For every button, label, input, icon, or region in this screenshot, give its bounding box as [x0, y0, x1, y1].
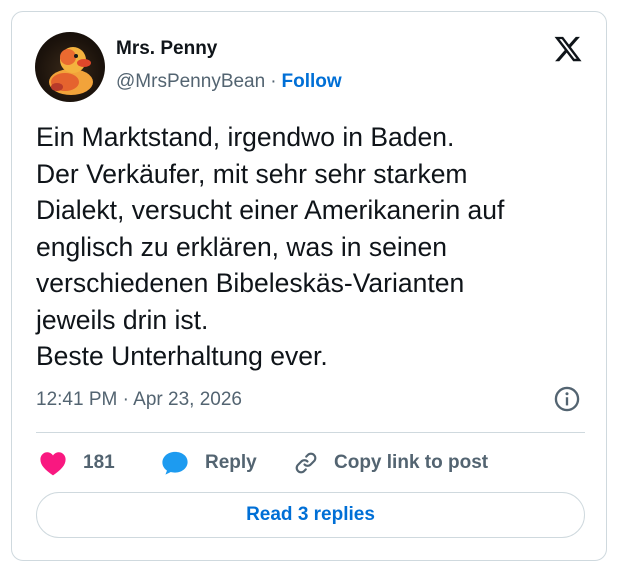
- info-icon[interactable]: [553, 385, 581, 413]
- reply-label: Reply: [205, 452, 257, 473]
- author-handle-row: @MrsPennyBean · Follow: [116, 71, 342, 93]
- speech-bubble-icon: [162, 451, 188, 475]
- heart-icon: [40, 452, 66, 476]
- post-time: 12:41 PM: [36, 389, 118, 410]
- post-text-line: Der Verkäufer, mit sehr sehr starkem: [36, 158, 468, 189]
- link-icon: [295, 452, 317, 474]
- divider: [36, 432, 585, 433]
- timestamp-separator: ·: [122, 389, 129, 410]
- post-text-line: verschiedenen Bibeleskäs-Varianten: [36, 268, 465, 298]
- author-name[interactable]: Mrs. Penny: [116, 38, 217, 60]
- post-timestamp[interactable]: 12:41 PM · Apr 23, 2026: [36, 389, 242, 411]
- like-button[interactable]: 181: [39, 448, 115, 478]
- post-text-line: Ein Marktstand, irgendwo in Baden.: [36, 122, 455, 152]
- like-count: 181: [83, 452, 115, 473]
- copy-link-label: Copy link to post: [334, 452, 489, 473]
- avatar[interactable]: [35, 32, 105, 102]
- post-card: Mrs. Penny @MrsPennyBean · Follow Ein Mark…: [11, 11, 607, 561]
- post-text-line: Dialekt, versucht einer Amerikanerin auf: [36, 195, 505, 225]
- post-text-line: Beste Unterhaltung ever.: [36, 341, 328, 371]
- copy-link-button[interactable]: Copy link to post: [292, 448, 488, 478]
- read-replies-button[interactable]: Read 3 replies: [36, 492, 585, 538]
- author-handle[interactable]: @MrsPennyBean: [116, 71, 265, 92]
- post-date: Apr 23, 2026: [133, 389, 242, 410]
- x-logo-icon[interactable]: [552, 34, 584, 64]
- rubber-duck-avatar: [49, 47, 93, 95]
- follow-button[interactable]: Follow: [282, 71, 342, 92]
- reply-button[interactable]: Reply: [161, 448, 257, 478]
- post-text-line: englisch zu erklären, was in seinen: [36, 231, 447, 262]
- handle-separator: ·: [270, 71, 277, 92]
- post-text-line: jeweils drin ist.: [36, 304, 209, 335]
- post-text: Ein Marktstand, irgendwo in Baden. Der V…: [36, 119, 596, 375]
